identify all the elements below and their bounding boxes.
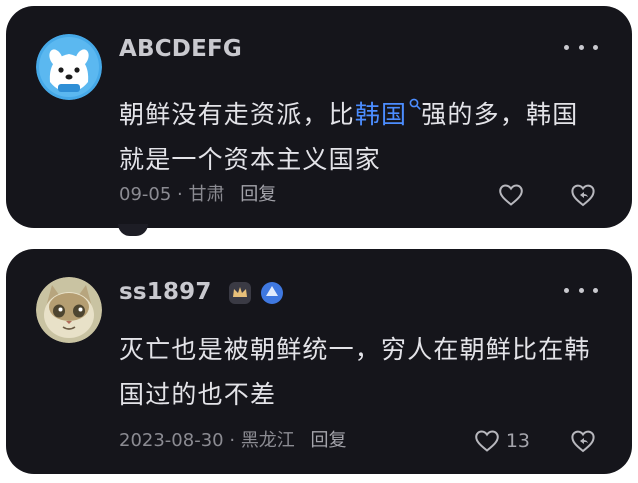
username[interactable]: ss1897 [119,279,212,305]
keyword-link[interactable]: 韩国 [355,100,407,129]
comment-text: 灭亡也是被朝鲜统一，穷人在朝鲜比在韩国过的也不差 [119,335,591,409]
user-avatar[interactable] [36,277,102,343]
level-badge-icon [260,281,283,304]
meta-separator: · [229,430,236,451]
user-avatar[interactable] [36,34,102,100]
comment-meta: 2023-08-30 · 黑龙江 回复 [119,426,347,452]
comment-card: ss1897 灭亡也是被朝鲜统一，穷人在朝鲜比在韩国过的也不差 2023-08-… [6,249,632,474]
username-row: ss1897 [119,279,284,305]
comment-date: 09-05 [119,184,172,205]
comment-text-part: 朝鲜没有走资派，比 [119,100,355,129]
share-button[interactable] [570,182,596,208]
comment-meta: 09-05 · 甘肃 回复 [119,180,276,206]
comment-text: 朝鲜没有走资派，比韩国 强的多，韩国就是一个资本主义国家 [119,84,592,182]
like-button[interactable]: 13 [474,429,570,453]
comment-location: 甘肃 [188,184,225,205]
heart-icon [475,430,499,452]
comment-date: 2023-08-30 [119,430,224,451]
reply-button[interactable]: 回复 [240,184,276,205]
comment-actions: 13 [474,428,596,454]
comment-card: ABCDEFG 朝鲜没有走资派，比韩国 强的多，韩国就是一个资本主义国家 09-0… [6,6,632,228]
comment-actions [498,182,596,208]
cat-avatar-icon [36,277,102,343]
reply-button[interactable]: 回复 [311,430,347,451]
like-count: 13 [505,430,530,452]
next-item-edge [118,224,148,236]
share-button[interactable] [570,428,596,454]
like-button[interactable] [498,183,570,207]
more-options-icon[interactable] [564,283,598,297]
heart-icon [499,184,523,206]
more-options-icon[interactable] [564,40,598,54]
username[interactable]: ABCDEFG [119,36,242,62]
dog-avatar-icon [36,34,102,100]
search-icon[interactable] [409,98,421,114]
meta-separator: · [177,184,183,205]
share-heart-icon [571,430,595,453]
comment-location: 黑龙江 [240,430,295,451]
crown-badge-icon [228,281,251,304]
share-heart-icon [571,184,595,207]
